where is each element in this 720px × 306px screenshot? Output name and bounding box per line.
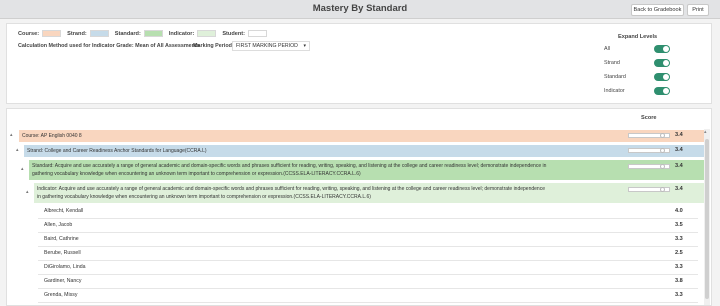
student-row[interactable]: Berube, Russell 2.5 <box>38 247 698 261</box>
legend-strand-swatch <box>89 30 109 37</box>
expand-strand-label: Strand <box>604 60 620 66</box>
student-row[interactable]: Baird, Cathrine 3.3 <box>38 233 698 247</box>
marking-period-value: FIRST MARKING PERIOD <box>236 43 298 49</box>
title-bar: Mastery By Standard Back to Gradebook Pr… <box>0 0 720 19</box>
student-row[interactable]: DiGirolamo, Linda 3.3 <box>38 261 698 275</box>
expand-standard-row: Standard <box>604 73 674 83</box>
chevron-down-icon: ▾ <box>303 43 306 49</box>
mastery-tree: Score ▴ Course: AP English 0040 8 3.4 ▴ … <box>6 108 712 306</box>
expand-all-row: All <box>604 45 674 55</box>
student-row[interactable]: Allen, Jacob 3.5 <box>38 219 698 233</box>
back-to-gradebook-button[interactable]: Back to Gradebook <box>631 4 684 16</box>
legend-course-label: Course: <box>18 30 40 37</box>
legend-indicator-label: Indicator: <box>168 30 195 37</box>
collapse-indicator-icon[interactable]: ▴ <box>26 189 29 195</box>
student-score-bar <box>628 237 670 242</box>
expand-all-toggle[interactable] <box>654 45 670 53</box>
student-name: Baird, Cathrine <box>44 236 79 242</box>
calculation-method: Calculation Method used for Indicator Gr… <box>18 43 200 49</box>
collapse-strand-icon[interactable]: ▴ <box>16 147 19 153</box>
course-row[interactable]: ▴ Course: AP English 0040 8 3.4 <box>10 130 704 142</box>
expand-strand-toggle[interactable] <box>654 59 670 67</box>
legend-standard-swatch <box>143 30 163 37</box>
marking-period-select[interactable]: FIRST MARKING PERIOD ▾ <box>232 41 310 51</box>
student-name: Grenda, Missy <box>44 292 78 298</box>
legend-strand-label: Strand: <box>67 30 87 37</box>
standard-score: 3.4 <box>675 163 683 169</box>
student-row[interactable]: Grenda, Missy 3.3 <box>38 289 698 303</box>
legend-indicator-swatch <box>197 30 217 37</box>
marking-period-label: Marking Period: <box>193 43 234 49</box>
student-score-bar <box>628 209 670 214</box>
expand-indicator-row: Indicator <box>604 87 674 97</box>
student-name: Albrecht, Kendall <box>44 208 84 214</box>
page-title: Mastery By Standard <box>312 3 408 14</box>
expand-strand-row: Strand <box>604 59 674 69</box>
strand-row[interactable]: ▴ Strand: College and Career Readiness A… <box>16 145 704 157</box>
student-score-bar <box>628 223 670 228</box>
options-panel: Course: Strand: Standard: Indicator: Stu… <box>6 23 712 104</box>
strand-score: 3.4 <box>675 147 683 153</box>
student-score: 2.5 <box>675 250 683 256</box>
legend-student-swatch <box>248 30 267 37</box>
student-name: Berube, Russell <box>44 250 81 256</box>
expand-all-label: All <box>604 46 610 52</box>
course-text: Course: AP English 0040 8 <box>22 133 82 139</box>
scroll-up-icon[interactable]: ▴ <box>704 129 707 135</box>
color-legend: Course: Strand: Standard: Indicator: Stu… <box>18 30 273 37</box>
expand-indicator-label: Indicator <box>604 88 625 94</box>
strand-score-bar <box>628 148 670 153</box>
course-score: 3.4 <box>675 132 683 138</box>
student-score-bar <box>628 279 670 284</box>
student-row[interactable]: Gardiner, Nancy 3.8 <box>38 275 698 289</box>
score-column-header: Score <box>641 115 657 121</box>
student-score-bar <box>628 251 670 256</box>
indicator-score: 3.4 <box>675 186 683 192</box>
print-button[interactable]: Print <box>687 4 709 16</box>
indicator-score-bar <box>628 187 670 192</box>
expand-standard-label: Standard <box>604 74 626 80</box>
course-score-bar <box>628 133 670 138</box>
student-score-bar <box>628 293 670 298</box>
student-name: DiGirolamo, Linda <box>44 264 86 270</box>
student-name: Gardiner, Nancy <box>44 278 82 284</box>
student-score: 3.5 <box>675 222 683 228</box>
student-score: 3.3 <box>675 292 683 298</box>
student-score: 3.3 <box>675 264 683 270</box>
legend-standard-label: Standard: <box>114 30 141 37</box>
expand-indicator-toggle[interactable] <box>654 87 670 95</box>
legend-course-swatch <box>42 30 62 37</box>
indicator-row[interactable]: ▴ Indicator: Acquire and use accurately … <box>26 183 704 203</box>
standard-text-line2: gathering vocabulary knowledge when enco… <box>32 171 361 177</box>
student-score-bar <box>628 265 670 270</box>
expand-levels-title: Expand Levels <box>618 34 658 40</box>
student-score: 4.0 <box>675 208 683 214</box>
legend-student-label: Student: <box>222 30 245 37</box>
tree-scrollbar[interactable]: ▴ <box>704 129 710 305</box>
standard-row[interactable]: ▴ Standard: Acquire and use accurately a… <box>21 160 704 180</box>
strand-text: Strand: College and Career Readiness Anc… <box>27 148 207 154</box>
student-score: 3.8 <box>675 278 683 284</box>
indicator-text-line2: in gathering vocabulary knowledge when e… <box>37 194 371 200</box>
scrollbar-thumb[interactable] <box>705 139 709 299</box>
expand-standard-toggle[interactable] <box>654 73 670 81</box>
student-score: 3.3 <box>675 236 683 242</box>
standard-text-line1: Standard: Acquire and use accurately a r… <box>32 163 547 169</box>
student-row[interactable]: Albrecht, Kendall 4.0 <box>38 205 698 219</box>
collapse-course-icon[interactable]: ▴ <box>10 132 13 138</box>
standard-score-bar <box>628 164 670 169</box>
collapse-standard-icon[interactable]: ▴ <box>21 166 24 172</box>
student-name: Allen, Jacob <box>44 222 73 228</box>
indicator-text-line1: Indicator: Acquire and use accurately a … <box>37 186 545 192</box>
